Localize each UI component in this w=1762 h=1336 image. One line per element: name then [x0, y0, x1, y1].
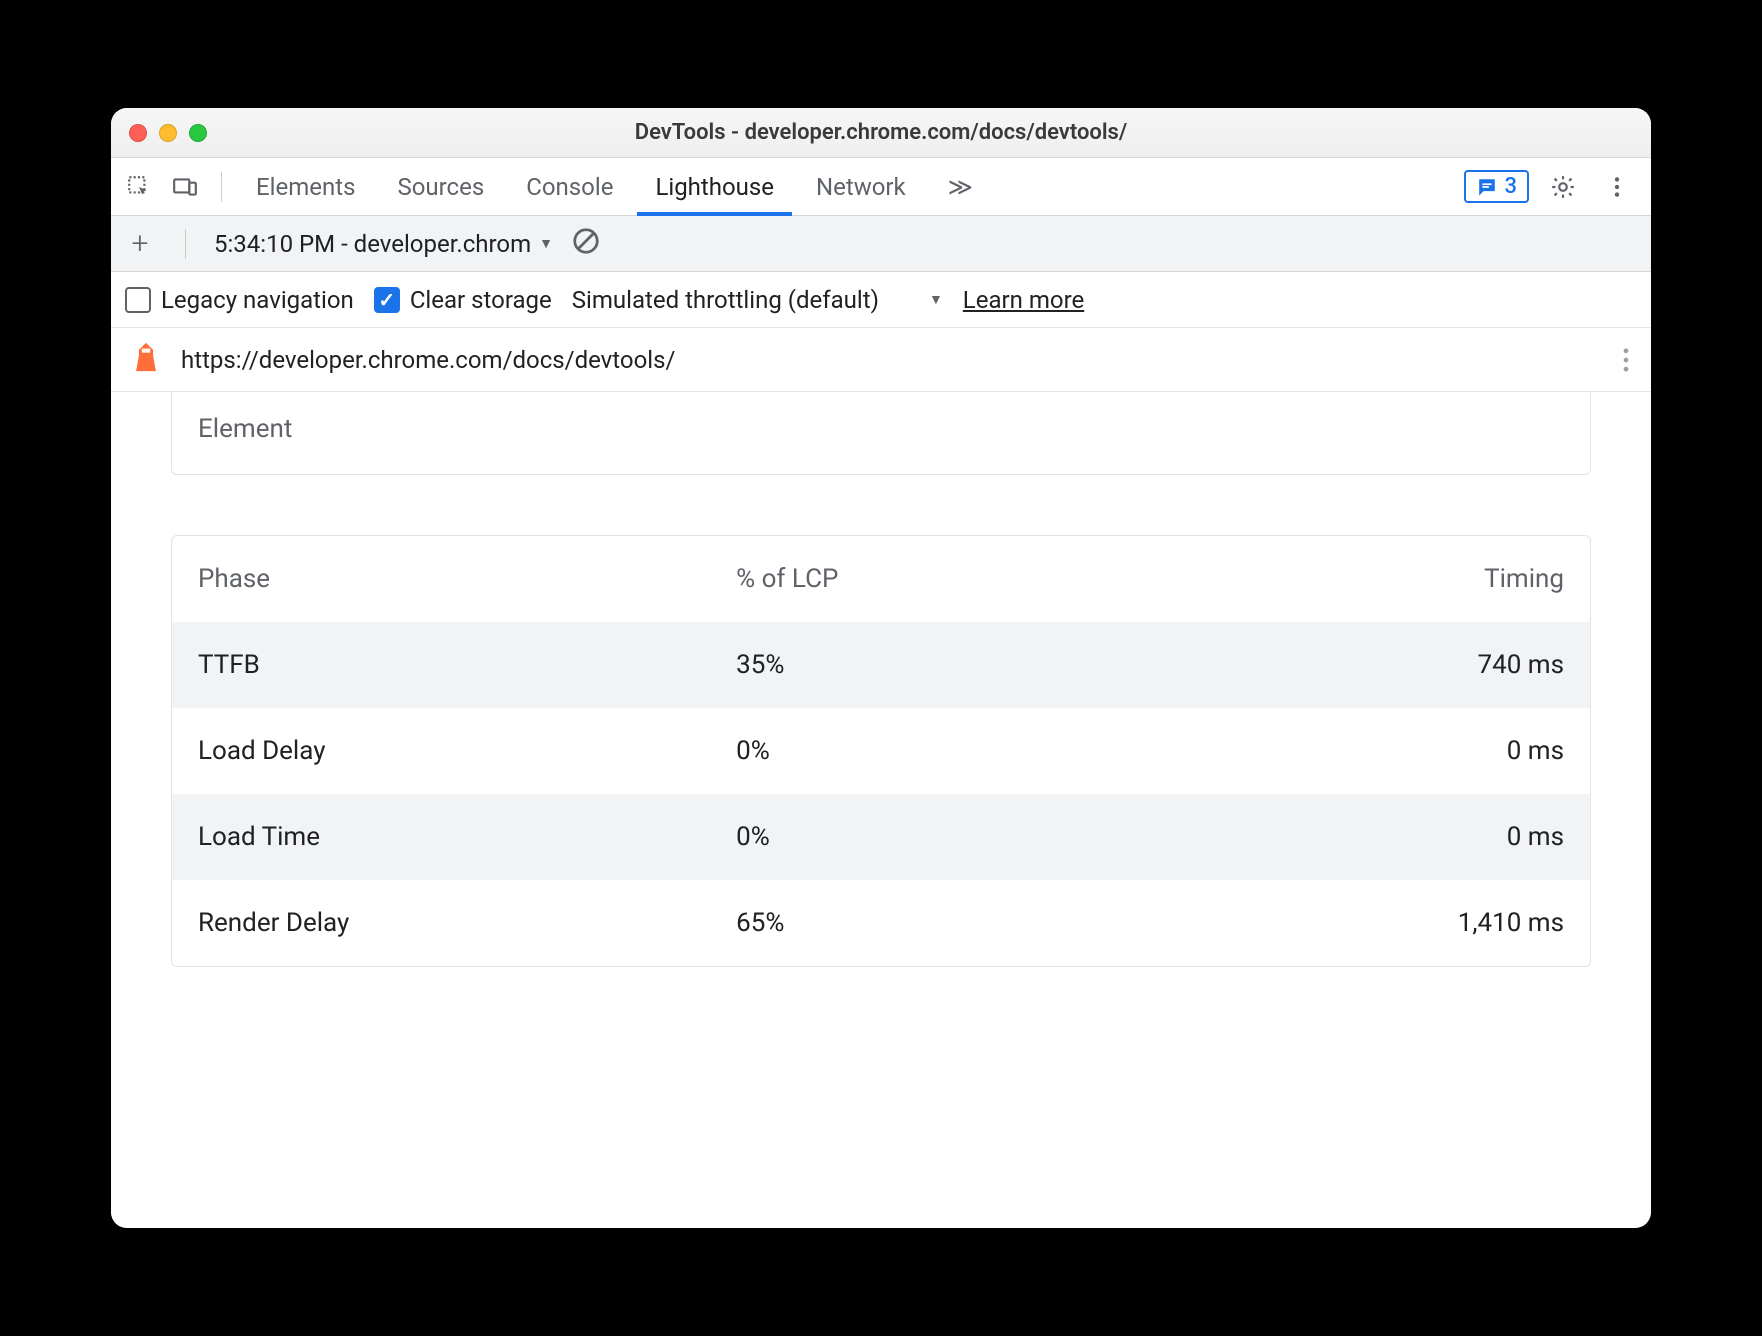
- gear-icon: [1550, 174, 1576, 200]
- checkbox-checked-icon[interactable]: ✓: [374, 287, 400, 313]
- minimize-window-button[interactable]: [159, 124, 177, 142]
- window-title: DevTools - developer.chrome.com/docs/dev…: [111, 120, 1651, 145]
- tab-elements[interactable]: Elements: [238, 158, 373, 215]
- lcp-element-card: Element: [171, 392, 1591, 475]
- clear-storage-option[interactable]: ✓ Clear storage: [374, 286, 552, 314]
- close-window-button[interactable]: [129, 124, 147, 142]
- table-header: Phase % of LCP Timing: [172, 536, 1590, 622]
- table-row: Load Time 0% 0 ms: [172, 794, 1590, 880]
- col-pct: % of LCP: [736, 564, 1150, 594]
- cell-phase: Load Delay: [198, 736, 736, 766]
- divider: [185, 229, 186, 259]
- cell-timing: 1,410 ms: [1150, 908, 1564, 938]
- cell-timing: 0 ms: [1150, 822, 1564, 852]
- kebab-icon: [1615, 345, 1637, 375]
- device-toolbar-icon[interactable]: [165, 167, 205, 207]
- cell-pct: 35%: [736, 650, 1150, 680]
- clear-button[interactable]: [571, 226, 601, 262]
- col-timing: Timing: [1150, 564, 1564, 594]
- chevron-down-icon: ▼: [539, 235, 553, 252]
- more-button[interactable]: [1597, 167, 1637, 207]
- lighthouse-icon: [129, 340, 163, 380]
- tab-label: Elements: [256, 173, 355, 201]
- overflow-icon: ≫: [948, 173, 973, 201]
- lighthouse-options: Legacy navigation ✓ Clear storage Simula…: [111, 272, 1651, 328]
- report-url: https://developer.chrome.com/docs/devtoo…: [181, 346, 675, 374]
- tab-label: Sources: [397, 173, 484, 201]
- tab-network[interactable]: Network: [798, 158, 924, 215]
- table-row: TTFB 35% 740 ms: [172, 622, 1590, 708]
- divider: [221, 172, 222, 202]
- cell-phase: Render Delay: [198, 908, 736, 938]
- report-menu-button[interactable]: [1615, 345, 1637, 375]
- devtools-tabs: Elements Sources Console Lighthouse Netw…: [111, 158, 1651, 216]
- cell-phase: TTFB: [198, 650, 736, 680]
- tab-sources[interactable]: Sources: [379, 158, 502, 215]
- lighthouse-toolbar: + 5:34:10 PM - developer.chrom ▼: [111, 216, 1651, 272]
- cell-pct: 0%: [736, 736, 1150, 766]
- option-label: Simulated throttling (default): [572, 286, 879, 314]
- table-row: Load Delay 0% 0 ms: [172, 708, 1590, 794]
- tab-lighthouse[interactable]: Lighthouse: [637, 158, 792, 215]
- settings-button[interactable]: [1543, 167, 1583, 207]
- report-content: Element Phase % of LCP Timing TTFB 35% 7…: [111, 392, 1651, 1228]
- lcp-phase-table: Phase % of LCP Timing TTFB 35% 740 ms Lo…: [171, 535, 1591, 967]
- checkbox-unchecked-icon[interactable]: [125, 287, 151, 313]
- tab-label: Console: [526, 173, 613, 201]
- issues-badge[interactable]: 3: [1464, 170, 1529, 203]
- link-label: Learn more: [963, 286, 1084, 314]
- cell-pct: 65%: [736, 908, 1150, 938]
- block-icon: [571, 226, 601, 256]
- chevron-down-icon: ▼: [929, 291, 943, 308]
- option-label: Clear storage: [410, 286, 552, 314]
- zoom-window-button[interactable]: [189, 124, 207, 142]
- option-label: Legacy navigation: [161, 286, 354, 314]
- report-label: 5:34:10 PM - developer.chrom: [214, 230, 531, 258]
- cell-timing: 0 ms: [1150, 736, 1564, 766]
- cell-phase: Load Time: [198, 822, 736, 852]
- throttling-dropdown[interactable]: Simulated throttling (default) ▼: [572, 286, 943, 314]
- report-dropdown[interactable]: 5:34:10 PM - developer.chrom ▼: [214, 230, 553, 258]
- issues-count: 3: [1504, 174, 1517, 199]
- cell-pct: 0%: [736, 822, 1150, 852]
- devtools-window: DevTools - developer.chrome.com/docs/dev…: [111, 108, 1651, 1228]
- traffic-lights: [111, 124, 207, 142]
- table-row: Render Delay 65% 1,410 ms: [172, 880, 1590, 966]
- titlebar: DevTools - developer.chrome.com/docs/dev…: [111, 108, 1651, 158]
- tab-label: Network: [816, 173, 906, 201]
- col-phase: Phase: [198, 564, 736, 594]
- new-report-button[interactable]: +: [123, 226, 157, 261]
- learn-more-link[interactable]: Learn more: [963, 286, 1084, 314]
- card-label: Element: [198, 414, 292, 444]
- report-url-row: https://developer.chrome.com/docs/devtoo…: [111, 328, 1651, 392]
- tab-label: Lighthouse: [655, 173, 774, 201]
- legacy-navigation-option[interactable]: Legacy navigation: [125, 286, 354, 314]
- tabs-overflow[interactable]: ≫: [930, 158, 991, 215]
- tab-console[interactable]: Console: [508, 158, 631, 215]
- cell-timing: 740 ms: [1150, 650, 1564, 680]
- inspect-element-icon[interactable]: [119, 167, 159, 207]
- kebab-icon: [1604, 174, 1630, 200]
- chat-icon: [1476, 176, 1498, 198]
